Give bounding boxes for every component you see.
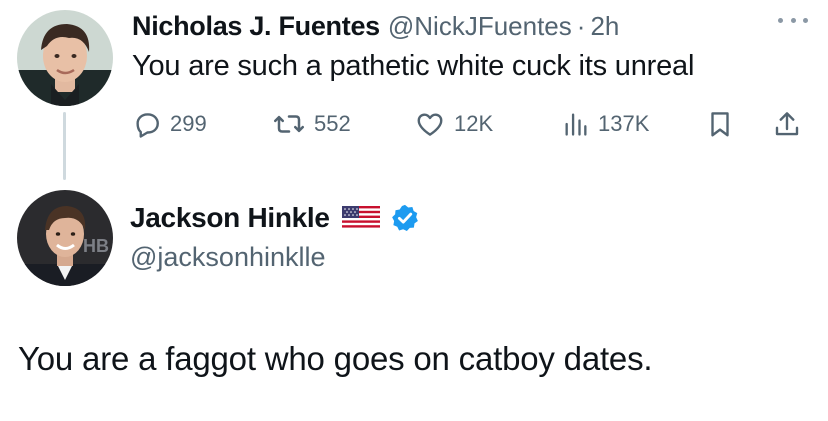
views-chart-icon (565, 113, 587, 136)
views-count: 137K (598, 111, 650, 136)
heart-icon (417, 113, 443, 136)
reply-icon (136, 113, 159, 138)
reply-button[interactable]: 299 (132, 102, 207, 146)
tweet-text: You are such a pathetic white cuck its u… (132, 50, 695, 82)
reply-text: You are a faggot who goes on catboy date… (18, 340, 653, 377)
repost-button[interactable]: 552 (272, 102, 351, 146)
tweet-author-name[interactable]: Nicholas J. Fuentes (132, 11, 380, 42)
svg-text:HB: HB (83, 236, 109, 256)
reply-author-avatar[interactable]: HB (17, 190, 113, 286)
reply-header: Jackson Hinkle (130, 198, 420, 238)
bookmark-icon (711, 112, 729, 137)
tweet-author-avatar[interactable] (17, 10, 113, 106)
reply-author-handle[interactable]: @jacksonhinklle (130, 242, 326, 273)
reply-author-name[interactable]: Jackson Hinkle (130, 202, 330, 234)
tweet-timestamp[interactable]: 2h (590, 11, 619, 42)
bookmark-button[interactable] (705, 102, 743, 146)
more-dots-icon[interactable] (778, 10, 808, 30)
views-button[interactable]: 137K (562, 102, 649, 146)
reply-count: 299 (170, 111, 207, 136)
like-count: 12K (454, 111, 494, 136)
verified-badge-icon[interactable] (390, 203, 420, 233)
tweet-header: Nicholas J. Fuentes @NickJFuentes · 2h (132, 8, 619, 44)
like-button[interactable]: 12K (414, 102, 493, 146)
repost-count: 552 (314, 111, 351, 136)
repost-icon (274, 115, 304, 133)
header-separator: · (576, 10, 586, 41)
tweet-action-bar: 299 552 12K 137K (0, 102, 828, 146)
tweet-author-handle[interactable]: @NickJFuentes (388, 11, 572, 42)
us-flag-emoji (341, 206, 380, 230)
share-button[interactable] (772, 102, 810, 146)
share-icon (775, 112, 799, 136)
